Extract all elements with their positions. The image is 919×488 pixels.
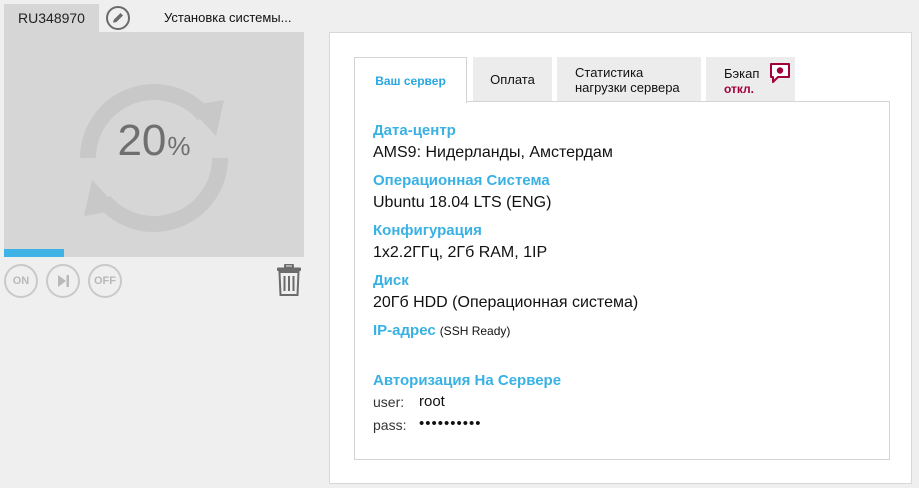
power-on-button[interactable]: ON [4, 264, 38, 298]
backup-status: откл. [724, 82, 755, 96]
install-progress-panel: 20% [4, 32, 304, 257]
config-value: 1x2.2ГГц, 2Гб RAM, 1IP [373, 244, 548, 261]
delete-server-button[interactable] [276, 263, 302, 301]
os-value: Ubuntu 18.04 LTS (ENG) [373, 194, 552, 211]
pass-key: pass: [373, 417, 407, 433]
progress-bar-fill [4, 249, 64, 257]
power-off-button[interactable]: OFF [88, 264, 122, 298]
server-id-label: RU348970 [4, 4, 99, 32]
server-info-card: Ваш сервер Оплата Статистика нагрузки се… [329, 32, 912, 484]
ip-label: IP-адрес [373, 322, 436, 339]
edit-server-button[interactable] [106, 6, 130, 30]
config-label: Конфигурация [373, 222, 482, 239]
os-label: Операционная Система [373, 172, 550, 189]
tab-your-server-label: Ваш сервер [375, 73, 446, 88]
server-status-text: Установка системы... [164, 10, 292, 25]
tab-backup-label: Бэкап [724, 66, 760, 81]
progress-unit: % [167, 131, 191, 161]
user-key: user: [373, 394, 405, 410]
tab-load-stats[interactable]: Статистика нагрузки сервера [557, 57, 701, 102]
progress-bar [4, 249, 304, 257]
play-pause-button[interactable] [46, 264, 80, 298]
trash-icon [277, 263, 301, 296]
disk-value: 20Гб HDD (Операционная система) [373, 294, 639, 311]
power-on-icon: ON [12, 275, 30, 287]
ssh-ready-note: (SSH Ready) [439, 324, 511, 338]
pass-value[interactable]: •••••••••• [419, 415, 482, 432]
tab-load-stats-line2: нагрузки сервера [575, 80, 680, 95]
power-off-icon: OFF [94, 275, 116, 287]
play-pause-icon [58, 275, 69, 287]
server-details-panel: Дата-центр AMS9: Нидерланды, Амстердам О… [354, 101, 890, 460]
tab-backup[interactable]: Бэкап откл. [706, 57, 795, 102]
disk-label: Диск [373, 272, 409, 289]
auth-label: Авторизация На Сервере [373, 372, 562, 389]
chat-bubble-icon [770, 63, 790, 83]
ip-label-row: IP-адрес (SSH Ready) [373, 322, 510, 339]
datacenter-label: Дата-центр [373, 122, 456, 139]
pencil-icon [113, 13, 123, 23]
progress-value: 20 [117, 116, 167, 165]
tab-payment-label: Оплата [490, 72, 535, 87]
user-value[interactable]: root [419, 393, 445, 410]
tab-load-stats-line1: Статистика [575, 65, 644, 80]
tab-your-server[interactable]: Ваш сервер [354, 57, 467, 103]
tab-payment[interactable]: Оплата [473, 57, 552, 102]
datacenter-value: AMS9: Нидерланды, Амстердам [373, 144, 613, 161]
progress-percent: 20% [4, 116, 304, 166]
